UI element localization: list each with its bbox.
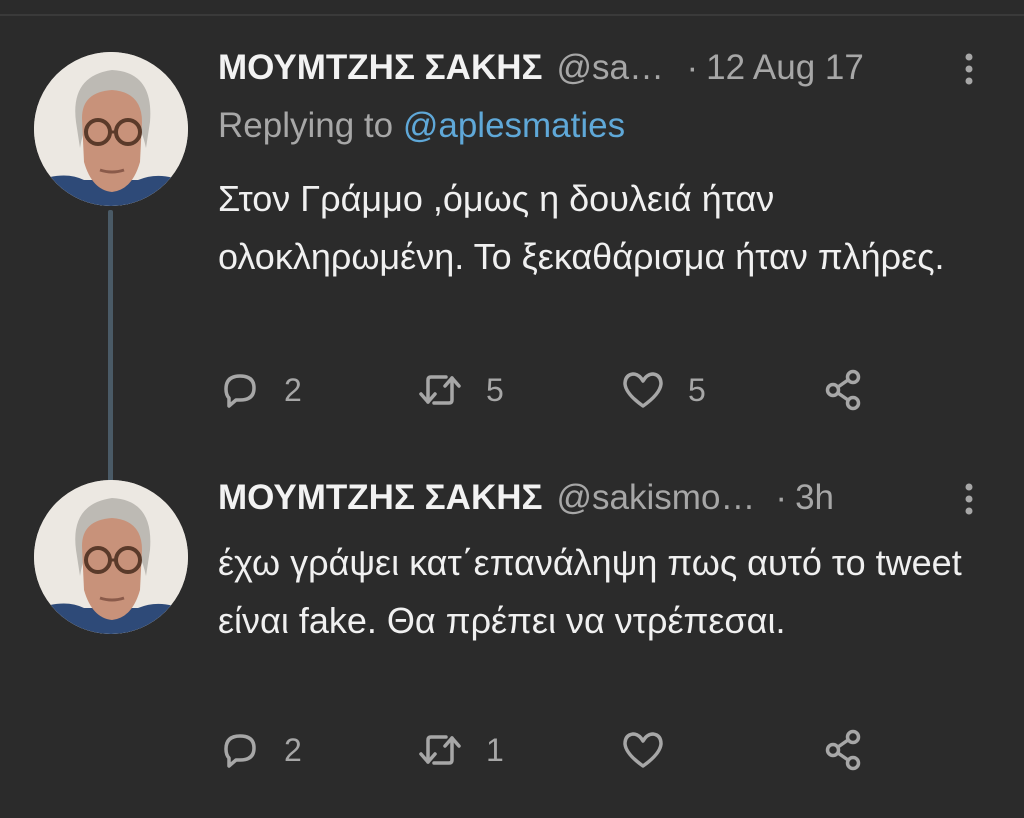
display-name[interactable]: ΜΟΥΜΤΖΗΣ ΣΑΚΗΣ xyxy=(218,46,543,90)
separator-dot: · xyxy=(686,48,699,87)
retweet-button[interactable]: 1 xyxy=(416,726,504,774)
like-icon xyxy=(623,732,663,768)
user-handle[interactable]: @sakismo… xyxy=(557,476,756,520)
avatar-photo xyxy=(34,480,188,634)
reply-count: 2 xyxy=(284,371,302,408)
retweet-count: 5 xyxy=(486,371,504,408)
tweet[interactable]: ΜΟΥΜΤΖΗΣ ΣΑΚΗΣ @sakismo… · 12 Aug 17 Rep… xyxy=(0,16,1024,486)
avatar-photo xyxy=(34,52,188,206)
reply-button[interactable]: 2 xyxy=(218,726,302,774)
retweet-icon xyxy=(419,375,461,405)
share-button[interactable] xyxy=(822,726,866,774)
retweet-count: 1 xyxy=(486,731,504,768)
tweet-text: έχω γράψει κατ΄επανάληψη πως αυτό το twe… xyxy=(218,542,962,641)
user-handle[interactable]: @sakismo… xyxy=(557,46,667,90)
share-icon xyxy=(825,369,861,411)
thread-line xyxy=(108,210,113,486)
like-button[interactable] xyxy=(620,726,688,774)
tweet-header: ΜΟΥΜΤΖΗΣ ΣΑΚΗΣ @sakismo… · 3h xyxy=(218,476,984,520)
like-count: 5 xyxy=(688,371,706,408)
timestamp[interactable]: 12 Aug 17 xyxy=(706,46,864,90)
tweet-text: Στον Γράμμο ,όμως η δουλειά ήταν ολοκληρ… xyxy=(218,178,945,277)
tweet-header: ΜΟΥΜΤΖΗΣ ΣΑΚΗΣ @sakismo… · 12 Aug 17 xyxy=(218,46,984,90)
replying-to-label: Replying to xyxy=(218,106,403,145)
display-name[interactable]: ΜΟΥΜΤΖΗΣ ΣΑΚΗΣ xyxy=(218,476,543,520)
reply-button[interactable]: 2 xyxy=(218,366,302,414)
retweet-icon xyxy=(419,735,461,765)
more-icon xyxy=(965,483,973,515)
separator-dot: · xyxy=(775,478,788,517)
reply-count: 2 xyxy=(284,731,302,768)
more-icon xyxy=(965,53,973,85)
share-button[interactable] xyxy=(822,366,866,414)
like-button[interactable]: 5 xyxy=(620,366,706,414)
timestamp[interactable]: 3h xyxy=(795,476,834,520)
more-options-button[interactable] xyxy=(954,52,984,86)
reply-icon xyxy=(224,734,256,768)
more-options-button[interactable] xyxy=(954,482,984,516)
avatar[interactable] xyxy=(34,52,188,206)
replying-to: Replying to @aplesmaties xyxy=(218,104,625,148)
retweet-button[interactable]: 5 xyxy=(416,366,504,414)
replying-to-mention[interactable]: @aplesmaties xyxy=(403,106,625,145)
tweet-actions: 2 5 5 xyxy=(218,366,878,414)
reply-icon xyxy=(224,374,256,408)
like-icon xyxy=(623,372,663,408)
share-icon xyxy=(825,729,861,771)
avatar[interactable] xyxy=(34,480,188,634)
tweet[interactable]: ΜΟΥΜΤΖΗΣ ΣΑΚΗΣ @sakismo… · 3h έχω γράψει… xyxy=(0,456,1024,818)
tweet-actions: 2 1 xyxy=(218,726,878,774)
